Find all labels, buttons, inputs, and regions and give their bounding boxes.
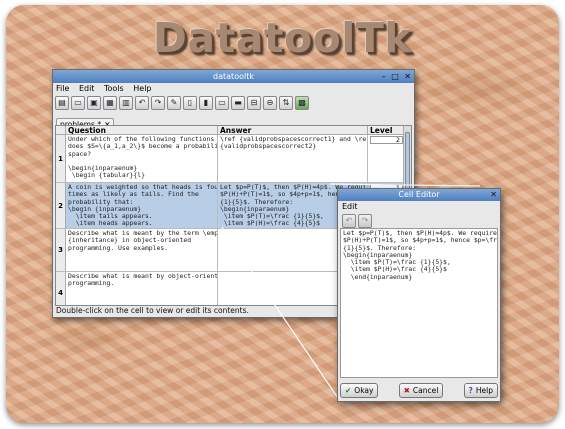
editor-button-row: ✔ Okay ✖ Cancel ? Help <box>340 383 498 398</box>
editor-titlebar: Cell Editor ✕ <box>338 189 500 201</box>
row-number: 3 <box>56 229 66 271</box>
shuffle-icon[interactable]: ▩ <box>295 96 309 110</box>
main-titlebar: datatooltk – □ ✕ <box>53 70 414 83</box>
redo-icon[interactable]: ↷ <box>358 214 372 228</box>
redo-icon[interactable]: ↷ <box>151 96 165 110</box>
new-file-icon[interactable]: ▤ <box>55 96 69 110</box>
sort-icon[interactable]: ⇅ <box>279 96 293 110</box>
cancel-icon: ✖ <box>403 386 410 395</box>
row-number: 1 <box>56 135 66 182</box>
scrollbar-thumb[interactable] <box>405 132 410 192</box>
save-icon[interactable]: ▣ <box>87 96 101 110</box>
question-cell[interactable]: Describe what is meant by the term \emph… <box>66 229 218 271</box>
menu-tools[interactable]: Tools <box>104 84 124 93</box>
tab-strip: problems *✕ <box>53 112 414 129</box>
question-cell[interactable]: A coin is weighted so that heads is four… <box>66 183 218 228</box>
insert-column-icon[interactable]: ▯ <box>183 96 197 110</box>
question-cell[interactable]: Under which of the following functions d… <box>66 135 218 182</box>
main-window-title: datatooltk <box>213 72 254 81</box>
menu-file[interactable]: File <box>56 84 69 93</box>
undo-icon[interactable]: ↶ <box>342 214 356 228</box>
okay-button[interactable]: ✔ Okay <box>340 383 379 398</box>
edit-cell-icon[interactable]: ✎ <box>167 96 181 110</box>
cancel-button[interactable]: ✖ Cancel <box>398 383 444 398</box>
status-bar: Double-click on the cell to view or edit… <box>56 306 249 315</box>
menu-help[interactable]: Help <box>133 84 151 93</box>
editor-textarea[interactable]: Let $p=P(T)$, then $P(H)=4p$. We require… <box>340 228 498 378</box>
row-number: 2 <box>56 183 66 228</box>
append-column-icon[interactable]: ▮ <box>199 96 213 110</box>
cell-editor-dialog: Cell Editor ✕ Edit ↶ ↷ Let $p=P(T)$, the… <box>337 188 501 402</box>
insert-row-icon[interactable]: ▭ <box>215 96 229 110</box>
help-label: Help <box>475 386 493 395</box>
row-number-header <box>56 126 66 135</box>
toolbar: ▤ ▭ ▣ ▦ ▥ ↶ ↷ ✎ ▯ ▮ ▭ ▬ ⊟ ⊖ ⇅ ▩ <box>53 95 414 112</box>
maximize-button[interactable]: □ <box>391 72 399 81</box>
question-cell[interactable]: Describe what is meant by object-oriente… <box>66 272 218 305</box>
close-button[interactable]: ✕ <box>404 72 411 81</box>
save-as-icon[interactable]: ▦ <box>103 96 117 110</box>
help-button[interactable]: ? Help <box>463 383 498 398</box>
check-icon: ✔ <box>345 386 352 395</box>
open-folder-icon[interactable]: ▭ <box>71 96 85 110</box>
row-number: 4 <box>56 272 66 305</box>
cancel-label: Cancel <box>412 386 439 395</box>
app-logo: DatatoolTk <box>152 14 413 62</box>
okay-label: Okay <box>354 386 374 395</box>
close-file-icon[interactable]: ▥ <box>119 96 133 110</box>
editor-menu-bar: Edit <box>338 201 500 213</box>
editor-toolbar: ↶ ↷ <box>338 213 500 228</box>
append-row-icon[interactable]: ▬ <box>231 96 245 110</box>
level-cell[interactable]: 2 <box>368 135 405 182</box>
remove-row-icon[interactable]: ⊖ <box>263 96 277 110</box>
column-header-level[interactable]: Level <box>368 126 405 135</box>
editor-title: Cell Editor <box>398 190 440 199</box>
column-header-question[interactable]: Question <box>66 126 218 135</box>
help-icon: ? <box>468 386 473 395</box>
undo-icon[interactable]: ↶ <box>135 96 149 110</box>
table-row[interactable]: 1 Under which of the following functions… <box>56 135 405 183</box>
answer-cell[interactable]: \ref {validprobspacescorrect1} and \ref … <box>218 135 368 182</box>
level-spinner[interactable]: 2 <box>370 136 403 144</box>
remove-column-icon[interactable]: ⊟ <box>247 96 261 110</box>
menu-edit[interactable]: Edit <box>79 84 95 93</box>
column-header-answer[interactable]: Answer <box>218 126 368 135</box>
minimize-button[interactable]: – <box>382 72 386 81</box>
editor-close-button[interactable]: ✕ <box>490 190 497 199</box>
editor-menu-edit[interactable]: Edit <box>342 202 358 211</box>
menu-bar: File Edit Tools Help <box>53 83 414 95</box>
